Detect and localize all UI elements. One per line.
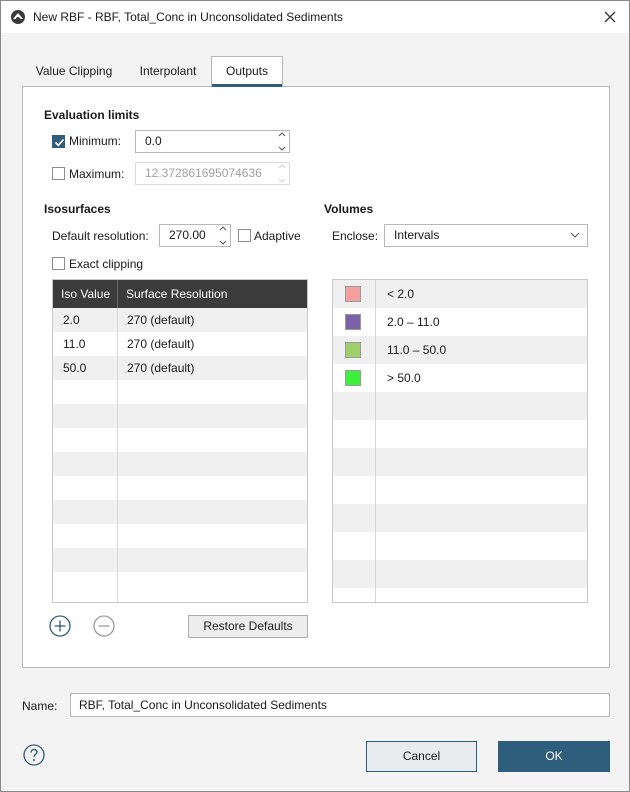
enclose-select[interactable]: Intervals: [384, 224, 588, 247]
minimum-value: 0.0: [145, 134, 162, 148]
volume-row[interactable]: > 50.0: [333, 364, 587, 392]
table-row[interactable]: 11.0 270 (default): [53, 332, 307, 356]
checkmark-icon: [54, 138, 65, 147]
maximum-label: Maximum:: [69, 167, 125, 181]
surface-resolution-cell: 270 (default): [127, 313, 195, 327]
chevron-down-icon: [278, 178, 286, 183]
volumes-title: Volumes: [324, 202, 374, 216]
empty-row: [333, 504, 587, 532]
table-row[interactable]: 50.0 270 (default): [53, 356, 307, 380]
color-swatch-2[interactable]: [345, 314, 361, 330]
empty-row: [333, 420, 587, 448]
empty-row: [53, 476, 307, 500]
volume-label: 11.0 – 50.0: [387, 343, 447, 357]
name-input[interactable]: RBF, Total_Conc in Unconsolidated Sedime…: [70, 693, 610, 717]
empty-row: [333, 448, 587, 476]
adaptive-label: Adaptive: [254, 229, 301, 243]
default-resolution-value: 270.00: [169, 228, 206, 242]
close-icon: [604, 11, 616, 23]
enclose-label: Enclose:: [332, 229, 379, 243]
empty-row: [53, 452, 307, 476]
volume-row[interactable]: 11.0 – 50.0: [333, 336, 587, 364]
window-title: New RBF - RBF, Total_Conc in Unconsolida…: [33, 10, 343, 24]
chevron-up-icon[interactable]: [219, 226, 227, 231]
exact-clipping-checkbox[interactable]: [52, 257, 65, 270]
remove-icon[interactable]: [93, 615, 115, 637]
empty-row: [53, 500, 307, 524]
empty-row: [333, 588, 587, 602]
empty-row: [53, 380, 307, 404]
empty-row: [53, 548, 307, 572]
volume-label: < 2.0: [387, 287, 415, 301]
iso-value-cell: 50.0: [63, 361, 87, 375]
default-resolution-input[interactable]: 270.00: [159, 224, 231, 247]
table-row[interactable]: 2.0 270 (default): [53, 308, 307, 332]
tab-value-clipping[interactable]: Value Clipping: [23, 57, 125, 86]
volume-row[interactable]: 2.0 – 11.0: [333, 308, 587, 336]
tab-interpolant[interactable]: Interpolant: [125, 57, 211, 86]
adaptive-checkbox[interactable]: [238, 229, 251, 242]
empty-row: [53, 524, 307, 548]
empty-row: [333, 392, 587, 420]
isosurface-table: Iso Value Surface Resolution 2.0 270 (de…: [52, 279, 308, 603]
ok-button[interactable]: OK: [498, 741, 610, 772]
iso-value-cell: 11.0: [63, 337, 86, 351]
minimum-checkbox[interactable]: [52, 135, 65, 148]
empty-row: [333, 476, 587, 504]
tab-outputs[interactable]: Outputs: [211, 56, 283, 87]
title-bar: New RBF - RBF, Total_Conc in Unconsolida…: [1, 1, 629, 33]
maximum-value: 12.372861695074636: [145, 166, 262, 180]
evaluation-limits-title: Evaluation limits: [44, 108, 140, 122]
color-swatch-3[interactable]: [345, 342, 361, 358]
color-swatch-4[interactable]: [345, 370, 361, 386]
empty-row: [53, 404, 307, 428]
add-icon[interactable]: [49, 615, 71, 637]
dialog-window: New RBF - RBF, Total_Conc in Unconsolida…: [0, 0, 630, 792]
chevron-down-icon: [570, 232, 580, 238]
color-swatch-1[interactable]: [345, 286, 361, 302]
chevron-up-icon[interactable]: [278, 132, 286, 137]
app-logo-icon: [11, 10, 25, 24]
empty-row: [333, 560, 587, 588]
dialog-content: Value Clipping Interpolant Outputs Evalu…: [1, 33, 629, 791]
chevron-down-icon[interactable]: [219, 240, 227, 245]
surface-resolution-cell: 270 (default): [127, 361, 195, 375]
help-icon[interactable]: [23, 744, 45, 766]
column-header-iso-value[interactable]: Iso Value: [53, 280, 117, 308]
maximum-input[interactable]: 12.372861695074636: [135, 162, 290, 185]
table-header: Iso Value Surface Resolution: [53, 280, 307, 308]
minimum-input[interactable]: 0.0: [135, 130, 290, 153]
iso-value-cell: 2.0: [63, 313, 80, 327]
outputs-panel: Evaluation limits Minimum: 0.0 Maximum: …: [22, 86, 610, 668]
maximum-checkbox[interactable]: [52, 167, 65, 180]
volume-row[interactable]: < 2.0: [333, 280, 587, 308]
volumes-table: < 2.0 2.0 – 11.0 11.0 – 50.0 > 50.0: [332, 279, 588, 603]
chevron-up-icon: [278, 164, 286, 169]
empty-row: [333, 532, 587, 560]
name-label: Name:: [22, 699, 58, 713]
empty-row: [53, 572, 307, 596]
enclose-value: Intervals: [394, 228, 440, 242]
surface-resolution-cell: 270 (default): [127, 337, 195, 351]
chevron-down-icon[interactable]: [278, 146, 286, 151]
column-divider: [375, 280, 376, 602]
column-divider: [117, 308, 118, 602]
exact-clipping-label: Exact clipping: [69, 257, 144, 271]
minimum-label: Minimum:: [69, 134, 122, 148]
default-resolution-label: Default resolution:: [52, 229, 149, 243]
cancel-button[interactable]: Cancel: [366, 741, 477, 772]
column-header-surface-resolution[interactable]: Surface Resolution: [117, 280, 307, 308]
empty-row: [53, 428, 307, 452]
isosurfaces-title: Isosurfaces: [44, 202, 111, 216]
close-button[interactable]: [597, 4, 623, 30]
volume-label: 2.0 – 11.0: [387, 315, 440, 329]
restore-defaults-button[interactable]: Restore Defaults: [188, 615, 308, 638]
volume-label: > 50.0: [387, 371, 421, 385]
